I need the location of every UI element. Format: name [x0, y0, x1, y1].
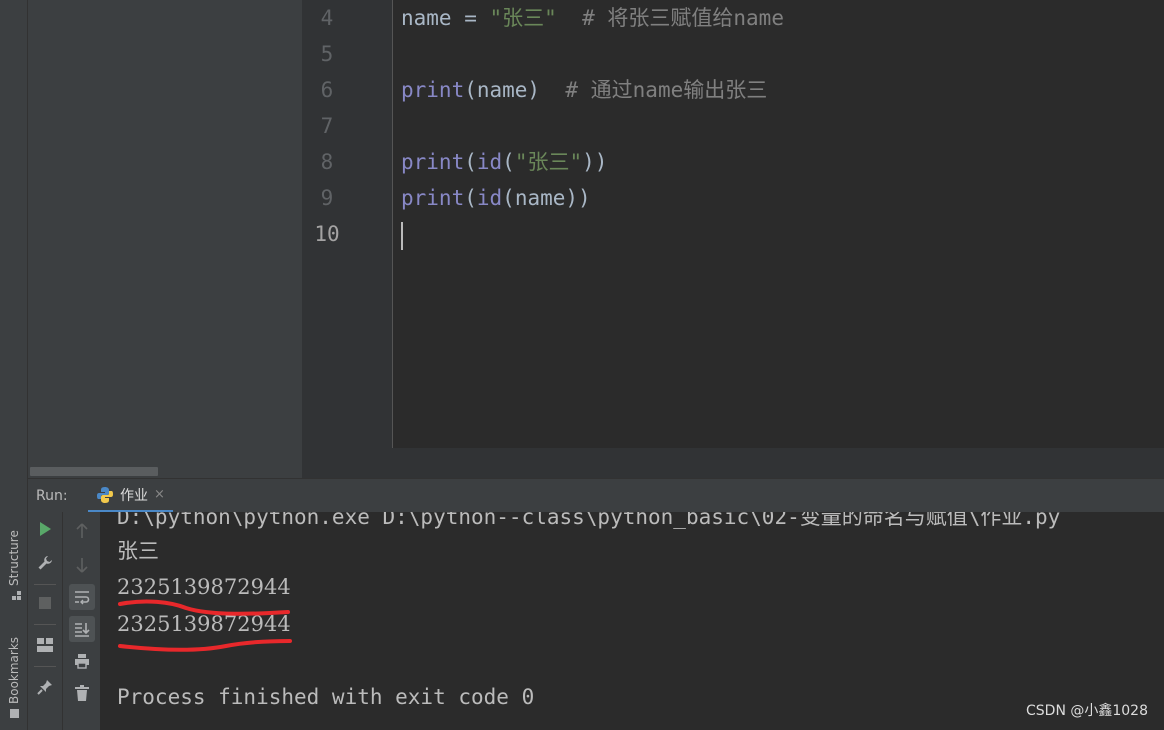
printer-icon	[75, 654, 89, 669]
python-icon	[96, 486, 114, 504]
stop-icon	[39, 597, 51, 609]
run-console-output[interactable]: D:\python\python.exe D:\python--class\py…	[100, 512, 1164, 730]
code-token: ))	[582, 150, 608, 174]
line-number-gutter: 4 5 6 7 8 9 10	[302, 0, 393, 448]
trash-icon	[75, 685, 89, 701]
line-number: 8	[320, 150, 334, 174]
bookmarks-side-tab[interactable]: Bookmarks	[7, 637, 21, 718]
run-toolbar-primary	[28, 512, 62, 730]
line-number: 5	[320, 42, 334, 66]
line-number: 7	[320, 114, 334, 138]
code-line: print(name) # 通过name输出张三	[401, 72, 767, 108]
toolbar-separator	[34, 666, 56, 667]
structure-icon	[10, 591, 21, 600]
pin-icon	[37, 680, 52, 695]
code-token: name =	[401, 6, 490, 30]
clear-all-button[interactable]	[69, 680, 95, 706]
code-token: (	[502, 150, 515, 174]
run-toolbar-secondary	[62, 512, 101, 730]
code-token: print	[401, 150, 465, 174]
console-command-line: D:\python\python.exe D:\python--class\py…	[117, 512, 1061, 529]
left-tool-stripe: Structure Bookmarks	[0, 0, 28, 730]
code-token: (name))	[502, 186, 591, 210]
code-token: (name)	[464, 78, 566, 102]
run-panel-header: Run: 作业 ×	[28, 478, 1164, 513]
toolbar-separator	[34, 624, 56, 625]
code-line: name = "张三" # 将张三赋值给name	[401, 0, 784, 36]
pin-tab-button[interactable]	[32, 674, 58, 700]
print-button[interactable]	[69, 648, 95, 674]
soft-wrap-toggle[interactable]	[69, 584, 95, 610]
arrow-up-icon	[76, 523, 88, 538]
restore-layout-button[interactable]	[32, 632, 58, 658]
bookmarks-icon	[9, 709, 19, 718]
run-label: Run:	[36, 488, 68, 504]
line-number: 6	[320, 78, 334, 102]
run-tab-label: 作业	[120, 487, 148, 504]
edit-configuration-button[interactable]	[32, 550, 58, 576]
arrow-down-icon	[76, 558, 88, 573]
structure-tab-label: Structure	[7, 530, 21, 586]
text-caret	[401, 222, 403, 250]
stop-button[interactable]	[32, 590, 58, 616]
close-tab-icon[interactable]: ×	[154, 487, 165, 502]
project-horizontal-scrollbar[interactable]	[30, 467, 158, 476]
structure-side-tab[interactable]: Structure	[7, 530, 21, 600]
code-token: (	[464, 186, 477, 210]
code-editor[interactable]: name = "张三" # 将张三赋值给name print(name) # 通过…	[393, 0, 1164, 448]
line-number: 4	[320, 6, 334, 30]
scroll-to-end-toggle[interactable]	[69, 616, 95, 642]
line-number: 10	[314, 222, 340, 246]
console-output-line: 张三	[117, 539, 159, 563]
console-exit-message: Process finished with exit code 0	[117, 685, 535, 709]
code-line: print(id(name))	[401, 180, 591, 216]
project-panel	[28, 0, 302, 478]
bookmarks-tab-label: Bookmarks	[7, 636, 21, 704]
play-icon	[40, 522, 51, 536]
run-tab-homework[interactable]: 作业 ×	[88, 479, 173, 513]
editor-horizontal-scroll-area	[302, 448, 1164, 478]
rerun-button[interactable]	[32, 516, 58, 542]
code-token: # 将张三赋值给name	[556, 6, 784, 30]
code-token: id	[476, 186, 503, 210]
console-output-line: 2325139872944	[117, 612, 291, 636]
soft-wrap-icon	[75, 591, 90, 605]
code-token: # 通过name输出张三	[565, 78, 768, 102]
scroll-down-button[interactable]	[69, 552, 95, 578]
code-token: print	[401, 78, 465, 102]
code-token: print	[401, 186, 465, 210]
toolbar-separator	[34, 584, 56, 585]
layout-icon	[37, 638, 53, 652]
console-output-line: 2325139872944	[117, 575, 291, 599]
code-token: "张三"	[489, 6, 557, 30]
line-number: 9	[320, 186, 334, 210]
code-line: print(id("张三"))	[401, 144, 607, 180]
scroll-up-button[interactable]	[69, 518, 95, 544]
scroll-to-end-icon	[75, 623, 90, 637]
code-token: id	[476, 150, 503, 174]
wrench-icon	[38, 556, 52, 570]
csdn-watermark: CSDN @小鑫1028	[1026, 703, 1148, 719]
code-token: "张三"	[514, 150, 583, 174]
code-token: (	[464, 150, 477, 174]
